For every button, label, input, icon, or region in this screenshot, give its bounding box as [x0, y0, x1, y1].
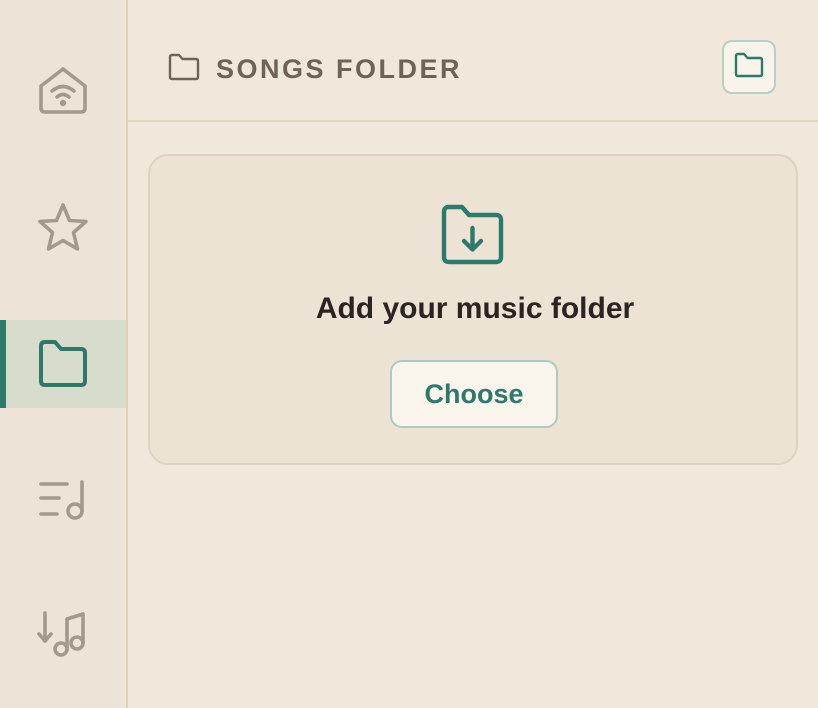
star-icon: [35, 201, 91, 255]
sidebar-item-sort[interactable]: [0, 590, 126, 678]
folder-icon: [35, 339, 91, 389]
folder-download-icon: [440, 204, 506, 271]
choose-folder-button[interactable]: Choose: [390, 360, 558, 428]
playlist-music-icon: [37, 478, 89, 522]
sidebar-item-folders[interactable]: [0, 320, 126, 408]
sidebar: [0, 0, 128, 708]
sidebar-item-favorites[interactable]: [0, 184, 126, 272]
page-title: SONGS FOLDER: [216, 54, 463, 84]
app-window: SONGS FOLDER Add your music folder Choos…: [0, 0, 818, 708]
empty-state-card: Add your music folder Choose: [148, 154, 798, 465]
sidebar-item-playlists[interactable]: [0, 456, 126, 544]
home-wifi-icon: [37, 64, 89, 116]
header: SONGS FOLDER: [128, 0, 818, 122]
empty-state-title: Add your music folder: [315, 292, 635, 325]
sort-music-icon: [37, 609, 89, 659]
folder-icon: [734, 52, 764, 83]
folder-icon: [168, 53, 200, 86]
main-panel: SONGS FOLDER Add your music folder Choos…: [128, 0, 818, 708]
open-folder-button[interactable]: [722, 40, 776, 94]
sidebar-item-home[interactable]: [0, 46, 126, 134]
